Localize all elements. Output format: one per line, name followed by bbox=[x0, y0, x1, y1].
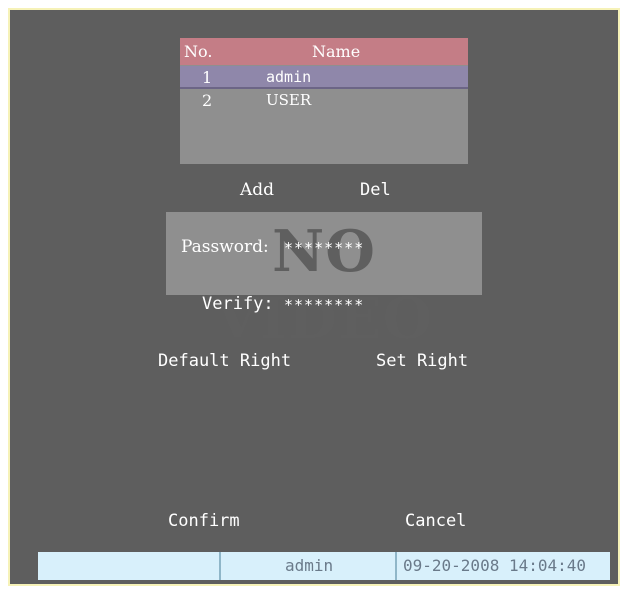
row-name: USER bbox=[266, 91, 312, 109]
column-header-name: Name bbox=[312, 42, 361, 61]
row-number: 2 bbox=[202, 91, 213, 110]
table-row[interactable]: 2 USER bbox=[180, 89, 468, 111]
status-bar: admin 09-20-2008 14:04:40 bbox=[38, 552, 610, 580]
user-list-table: No. Name 1 admin 2 USER bbox=[180, 38, 468, 164]
status-datetime: 09-20-2008 14:04:40 bbox=[403, 556, 587, 575]
table-row[interactable]: 1 admin bbox=[180, 66, 468, 89]
dvr-screen: No. Name 1 admin 2 USER Add Del NO VIDEO… bbox=[8, 8, 620, 586]
status-user: admin bbox=[285, 556, 334, 575]
cancel-button[interactable]: Cancel bbox=[405, 511, 466, 531]
status-cell-blank bbox=[38, 552, 221, 580]
confirm-button[interactable]: Confirm bbox=[168, 511, 240, 531]
password-label: Password: bbox=[181, 237, 269, 257]
default-right-button[interactable]: Default Right bbox=[158, 351, 291, 371]
column-header-no: No. bbox=[184, 42, 213, 61]
set-right-button[interactable]: Set Right bbox=[376, 351, 468, 371]
password-field[interactable]: ******** bbox=[284, 239, 364, 257]
verify-field[interactable]: ******** bbox=[284, 296, 364, 314]
row-number: 1 bbox=[202, 68, 213, 87]
status-cell-user: admin bbox=[221, 552, 397, 580]
add-button[interactable]: Add bbox=[240, 180, 274, 200]
verify-label: Verify: bbox=[202, 294, 274, 314]
del-button[interactable]: Del bbox=[360, 180, 391, 200]
row-name: admin bbox=[266, 68, 312, 86]
table-header: No. Name bbox=[180, 38, 468, 65]
